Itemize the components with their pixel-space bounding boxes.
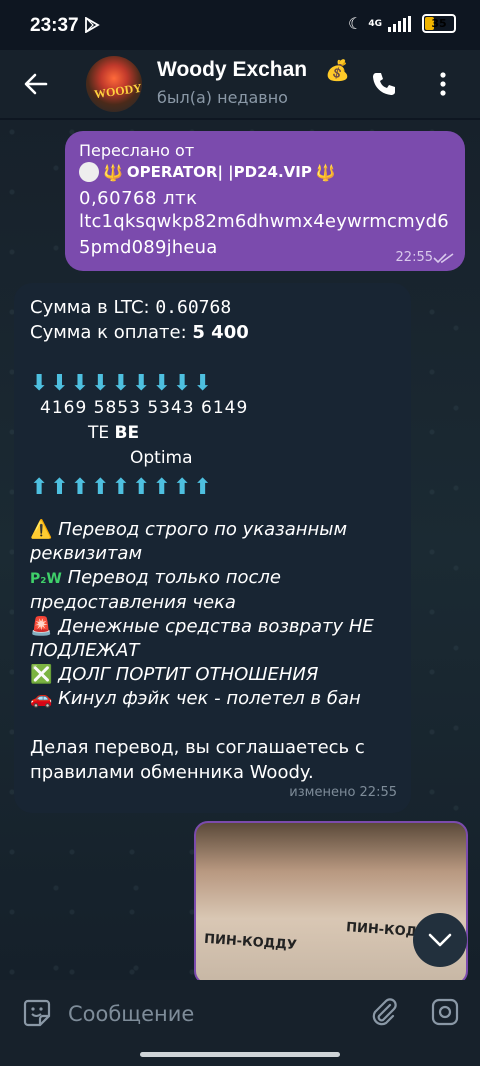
status-bar: 23:37 ☾ 4G 35 (0, 0, 480, 50)
battery-level: 35 (431, 17, 447, 30)
bank-line-1-a: ТЕ (88, 423, 115, 443)
bank-line-1-b: ВЕ (114, 423, 140, 443)
phone-icon[interactable] (370, 70, 398, 98)
trident-icon: 🔱 (315, 162, 336, 182)
rule-text: Перевод строго по указанным реквизитам (30, 519, 348, 564)
rule-4: ❎ ДОЛГ ПОРТИТ ОТНОШЕНИЯ (30, 663, 395, 687)
signal-icon (388, 15, 411, 32)
message-composer (0, 980, 480, 1044)
cross-mark-icon: ❎ (30, 664, 53, 685)
trident-icon: 🔱 (103, 162, 123, 182)
more-menu-icon[interactable] (438, 70, 448, 98)
forwarded-amount: 0,60768 лтк (79, 188, 198, 209)
chat-title[interactable]: Woody Exchan (157, 58, 307, 82)
car-icon: 🚗 (30, 688, 53, 709)
ltc-value[interactable]: 0.60768 (155, 297, 231, 318)
home-handle[interactable] (140, 1052, 340, 1057)
siren-icon: 🚨 (30, 616, 53, 637)
rule-2: P₂W Перевод только после предоставления … (30, 566, 395, 615)
bank-name: Optima (130, 448, 193, 468)
forwarded-message-bubble[interactable]: Переслано от 🔱 OPERATOR| |PD24.VIP 🔱 0,6… (65, 131, 465, 271)
edited-time: изменено 22:55 (289, 785, 397, 800)
rule-text: Денежные средства возврату НЕ ПОДЛЕЖАТ (30, 616, 374, 661)
rule-1: ⚠️ Перевод строго по указанным реквизита… (30, 518, 395, 566)
read-checkmarks-icon (433, 253, 454, 264)
clock: 23:37 (30, 15, 79, 36)
forwarded-label: Переслано от (79, 141, 195, 160)
chat-status: был(а) недавно (157, 88, 288, 107)
card-number: 4169 5853 5343 6149 (40, 398, 249, 418)
chevron-down-icon (428, 933, 452, 947)
up-arrows: ⬆⬆⬆⬆⬆⬆⬆⬆⬆ (30, 475, 214, 500)
paperclip-icon[interactable] (368, 996, 400, 1028)
forwarded-avatar (79, 162, 99, 182)
p2w-icon: P₂W (30, 571, 62, 587)
status-icons: ☾ 4G 35 (348, 14, 456, 33)
pay-amount-line: Сумма к оплате: 5 400 (30, 320, 395, 345)
rule-text: Перевод только после предоставления чека (30, 567, 281, 613)
ltc-amount-line: Сумма в LTC: 0.60768 (30, 295, 395, 320)
photo-text-left: ПИН-КОДДУ (203, 931, 298, 954)
system-navigation-bar (0, 1044, 480, 1066)
avatar[interactable]: WOODY (86, 56, 142, 112)
moon-icon: ☾ (348, 14, 363, 33)
back-arrow-icon[interactable] (22, 70, 50, 98)
rule-text: ДОЛГ ПОРТИТ ОТНОШЕНИЯ (58, 664, 319, 685)
forwarded-from[interactable]: 🔱 OPERATOR| |PD24.VIP 🔱 (79, 162, 451, 182)
scroll-down-button[interactable] (413, 913, 467, 967)
rule-5: 🚗 Кинул фэйк чек - полетел в бан (30, 687, 395, 711)
pay-label: Сумма к оплате: (30, 322, 193, 343)
rule-text: Кинул фэйк чек - полетел в бан (58, 688, 361, 709)
down-arrows: ⬇⬇⬇⬇⬇⬇⬇⬇⬇ (30, 371, 214, 396)
rule-3: 🚨 Денежные средства возврату НЕ ПОДЛЕЖАТ (30, 615, 395, 663)
message-input[interactable] (66, 998, 350, 1030)
pay-value: 5 400 (192, 322, 249, 343)
play-store-icon (85, 17, 100, 33)
battery-icon: 35 (422, 14, 456, 33)
money-bag-icon: 💰 (325, 58, 350, 82)
chat-header: WOODY Woody Exchan 💰 был(а) недавно (0, 50, 480, 118)
warning-icon: ⚠️ (30, 519, 53, 540)
avatar-logo-text: WOODY (93, 80, 142, 102)
message-time: 22:55 (395, 250, 433, 265)
sticker-icon[interactable] (22, 998, 52, 1028)
footer-text: Делая перевод, вы соглашаетесь с правила… (30, 737, 365, 783)
ltc-label: Сумма в LTC: (30, 297, 156, 318)
camera-icon[interactable] (430, 997, 460, 1027)
bank-line-1: ТЕ ВЕ (88, 421, 395, 446)
payment-info-bubble[interactable]: Сумма в LTC: 0.60768 Сумма к оплате: 5 4… (14, 283, 411, 813)
network-type: 4G (368, 18, 382, 29)
forwarded-from-name: OPERATOR| |PD24.VIP (126, 163, 312, 181)
